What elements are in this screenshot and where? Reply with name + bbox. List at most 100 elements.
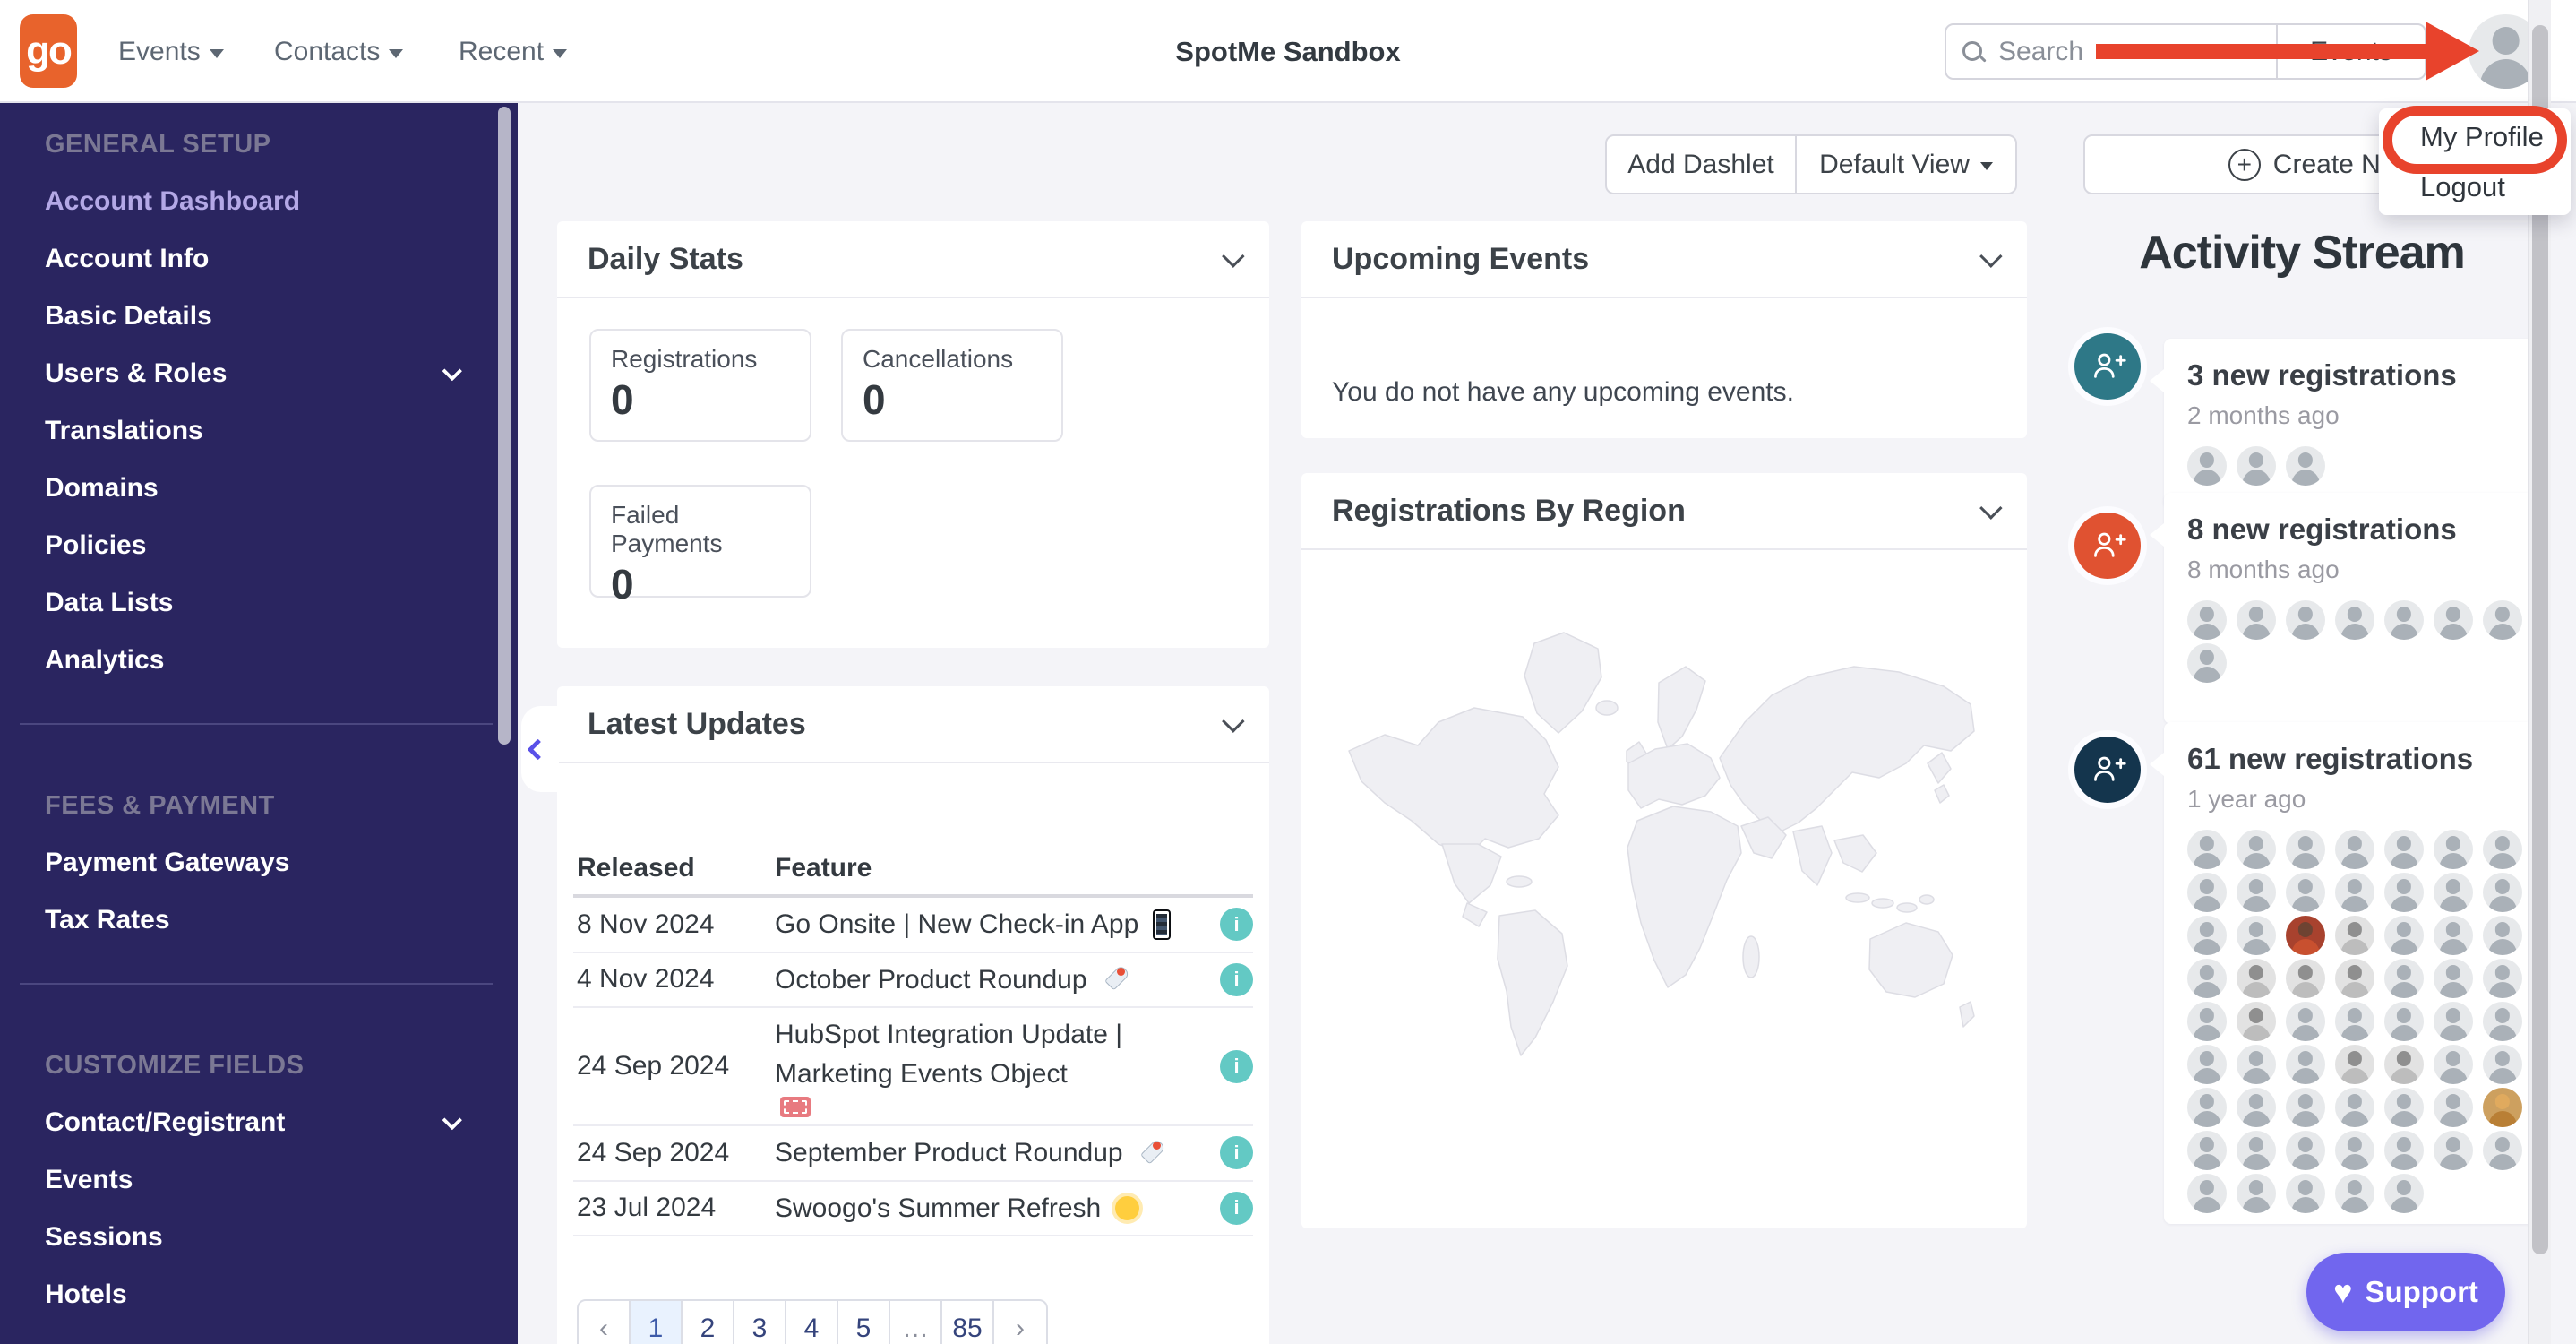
info-icon[interactable]: i [1220,962,1253,996]
avatar [2384,1088,2424,1127]
search-input[interactable]: Search [1946,37,2276,67]
daily-stats-title: Daily Stats [588,241,743,276]
avatar [2434,916,2473,955]
avatar [2483,873,2522,912]
sidebar-item-account-dashboard[interactable]: Account Dashboard [45,173,466,230]
sidebar-item-data-lists[interactable]: Data Lists [45,574,466,632]
sidebar-item-basic-details[interactable]: Basic Details [45,288,466,345]
avatar [2384,959,2424,998]
search-placeholder: Search [1998,36,2084,66]
table-row: 24 Sep 2024 September Product Roundup i [573,1126,1253,1182]
avatar [2434,1045,2473,1084]
page-button-5[interactable]: 5 [838,1301,890,1344]
avatar [2237,959,2276,998]
sidebar-item-label: Analytics [45,645,165,675]
sidebar-item-label: Hotels [45,1279,127,1309]
page-prev-button[interactable]: ‹ [579,1301,631,1344]
sidebar-item-events[interactable]: Events [45,1151,466,1209]
info-icon[interactable]: i [1220,908,1253,942]
chevron-down-icon[interactable] [1222,245,1245,268]
avatar [2483,1002,2522,1041]
sidebar-item-label: Account Dashboard [45,186,301,216]
info-icon[interactable]: i [1220,1136,1253,1170]
sidebar-item-payment-gateways[interactable]: Payment Gateways [45,834,466,892]
sidebar-section-header: CUSTOMIZE FIELDS [45,1050,305,1080]
activity-entry[interactable]: 61 new registrations 1 year ago [2150,722,2535,1224]
avatar [2434,1002,2473,1041]
info-icon[interactable]: i [1220,1049,1253,1083]
page-button-4[interactable]: 4 [786,1301,838,1344]
page-button-85[interactable]: 85 [942,1301,994,1344]
sidebar-item-label: Contact/Registrant [45,1107,286,1137]
feature-name[interactable]: September Product Roundup [775,1133,1206,1173]
avatar [2286,873,2325,912]
sidebar-item-users-roles[interactable]: Users & Roles [45,345,466,402]
page-button-2[interactable]: 2 [683,1301,734,1344]
sidebar-item-contact-registrant[interactable]: Contact/Registrant [45,1094,466,1151]
search-box: Search Events [1945,23,2426,80]
latest-updates-title: Latest Updates [588,706,806,741]
feature-name[interactable]: Go Onsite | New Check-in App [775,905,1206,944]
nav-menu-recent[interactable]: Recent [459,0,568,103]
avatar [2286,1045,2325,1084]
caret-down-icon [209,48,224,58]
avatar [2286,916,2325,955]
user-menu-item-my-profile[interactable]: My Profile [2379,112,2571,162]
support-button[interactable]: ♥ Support [2306,1253,2505,1331]
avatar [2286,600,2325,640]
chevron-down-icon[interactable] [1222,710,1245,733]
chevron-down-icon[interactable] [1979,496,2003,520]
sidebar-item-label: Events [45,1165,133,1194]
sidebar-item-tax-rates[interactable]: Tax Rates [45,892,466,949]
page-ellipsis: … [890,1301,942,1344]
page-button-1[interactable]: 1 [631,1301,683,1344]
sidebar-item-translations[interactable]: Translations [45,402,466,460]
feature-name[interactable]: Swoogo's Summer Refresh [775,1189,1206,1228]
avatar [2384,1002,2424,1041]
caret-down-icon [389,48,404,58]
search-scope-dropdown[interactable]: Events [2276,25,2425,78]
info-icon[interactable]: i [1220,1191,1253,1225]
activity-entry[interactable]: 8 new registrations 8 months ago [2150,493,2535,724]
sidebar-item-policies[interactable]: Policies [45,517,466,574]
avatar [2335,1131,2374,1170]
sidebar-item-hotels[interactable]: Hotels [45,1266,466,1323]
sidebar-item-analytics[interactable]: Analytics [45,632,466,689]
activity-entry-title: 61 new registrations [2187,742,2474,775]
page-button-3[interactable]: 3 [734,1301,786,1344]
feature-label: September Product Roundup [775,1138,1123,1167]
avatar [2434,1088,2473,1127]
avatar [2237,830,2276,869]
upcoming-events-empty-message: You do not have any upcoming events. [1332,377,1794,407]
stat-value: 0 [611,376,634,423]
user-menu-item-logout[interactable]: Logout [2379,162,2571,212]
sidebar-scrollbar-thumb[interactable] [498,107,511,745]
avatar [2335,916,2374,955]
feature-name[interactable]: October Product Roundup [775,961,1206,1000]
avatar [2286,446,2325,486]
sidebar-collapse-tab[interactable] [521,706,559,792]
nav-menu-contacts[interactable]: Contacts [274,0,404,103]
sidebar-item-sessions[interactable]: Sessions [45,1209,466,1266]
chevron-left-icon [527,737,549,761]
heart-icon: ♥ [2333,1273,2353,1310]
add-dashlet-button[interactable]: Add Dashlet [1607,136,1795,193]
default-view-dropdown[interactable]: Default View [1795,136,2015,193]
table-row: 8 Nov 2024 Go Onsite | New Check-in App i [573,898,1253,953]
stat-tile-failed-payments: Failed Payments 0 [589,485,811,607]
chevron-down-icon [442,360,463,382]
avatar [2187,1088,2227,1127]
sidebar-item-account-info[interactable]: Account Info [45,230,466,288]
feature-name[interactable]: HubSpot Integration Update | Marketing E… [775,1015,1206,1117]
chevron-down-icon[interactable] [1979,245,2003,268]
avatar [2187,1002,2227,1041]
activity-entry[interactable]: 3 new registrations 2 months ago [2150,339,2535,509]
sidebar-item-domains[interactable]: Domains [45,460,466,517]
avatar [2237,1002,2276,1041]
page-next-button[interactable]: › [994,1301,1046,1344]
top-navbar: go Events Contacts Recent SpotMe Sandbox S… [0,0,2576,103]
activity-entry-time: 2 months ago [2187,401,2340,429]
plus-circle-icon: + [2228,148,2261,181]
nav-menu-events[interactable]: Events [118,0,224,103]
app-logo[interactable]: go [20,14,77,88]
